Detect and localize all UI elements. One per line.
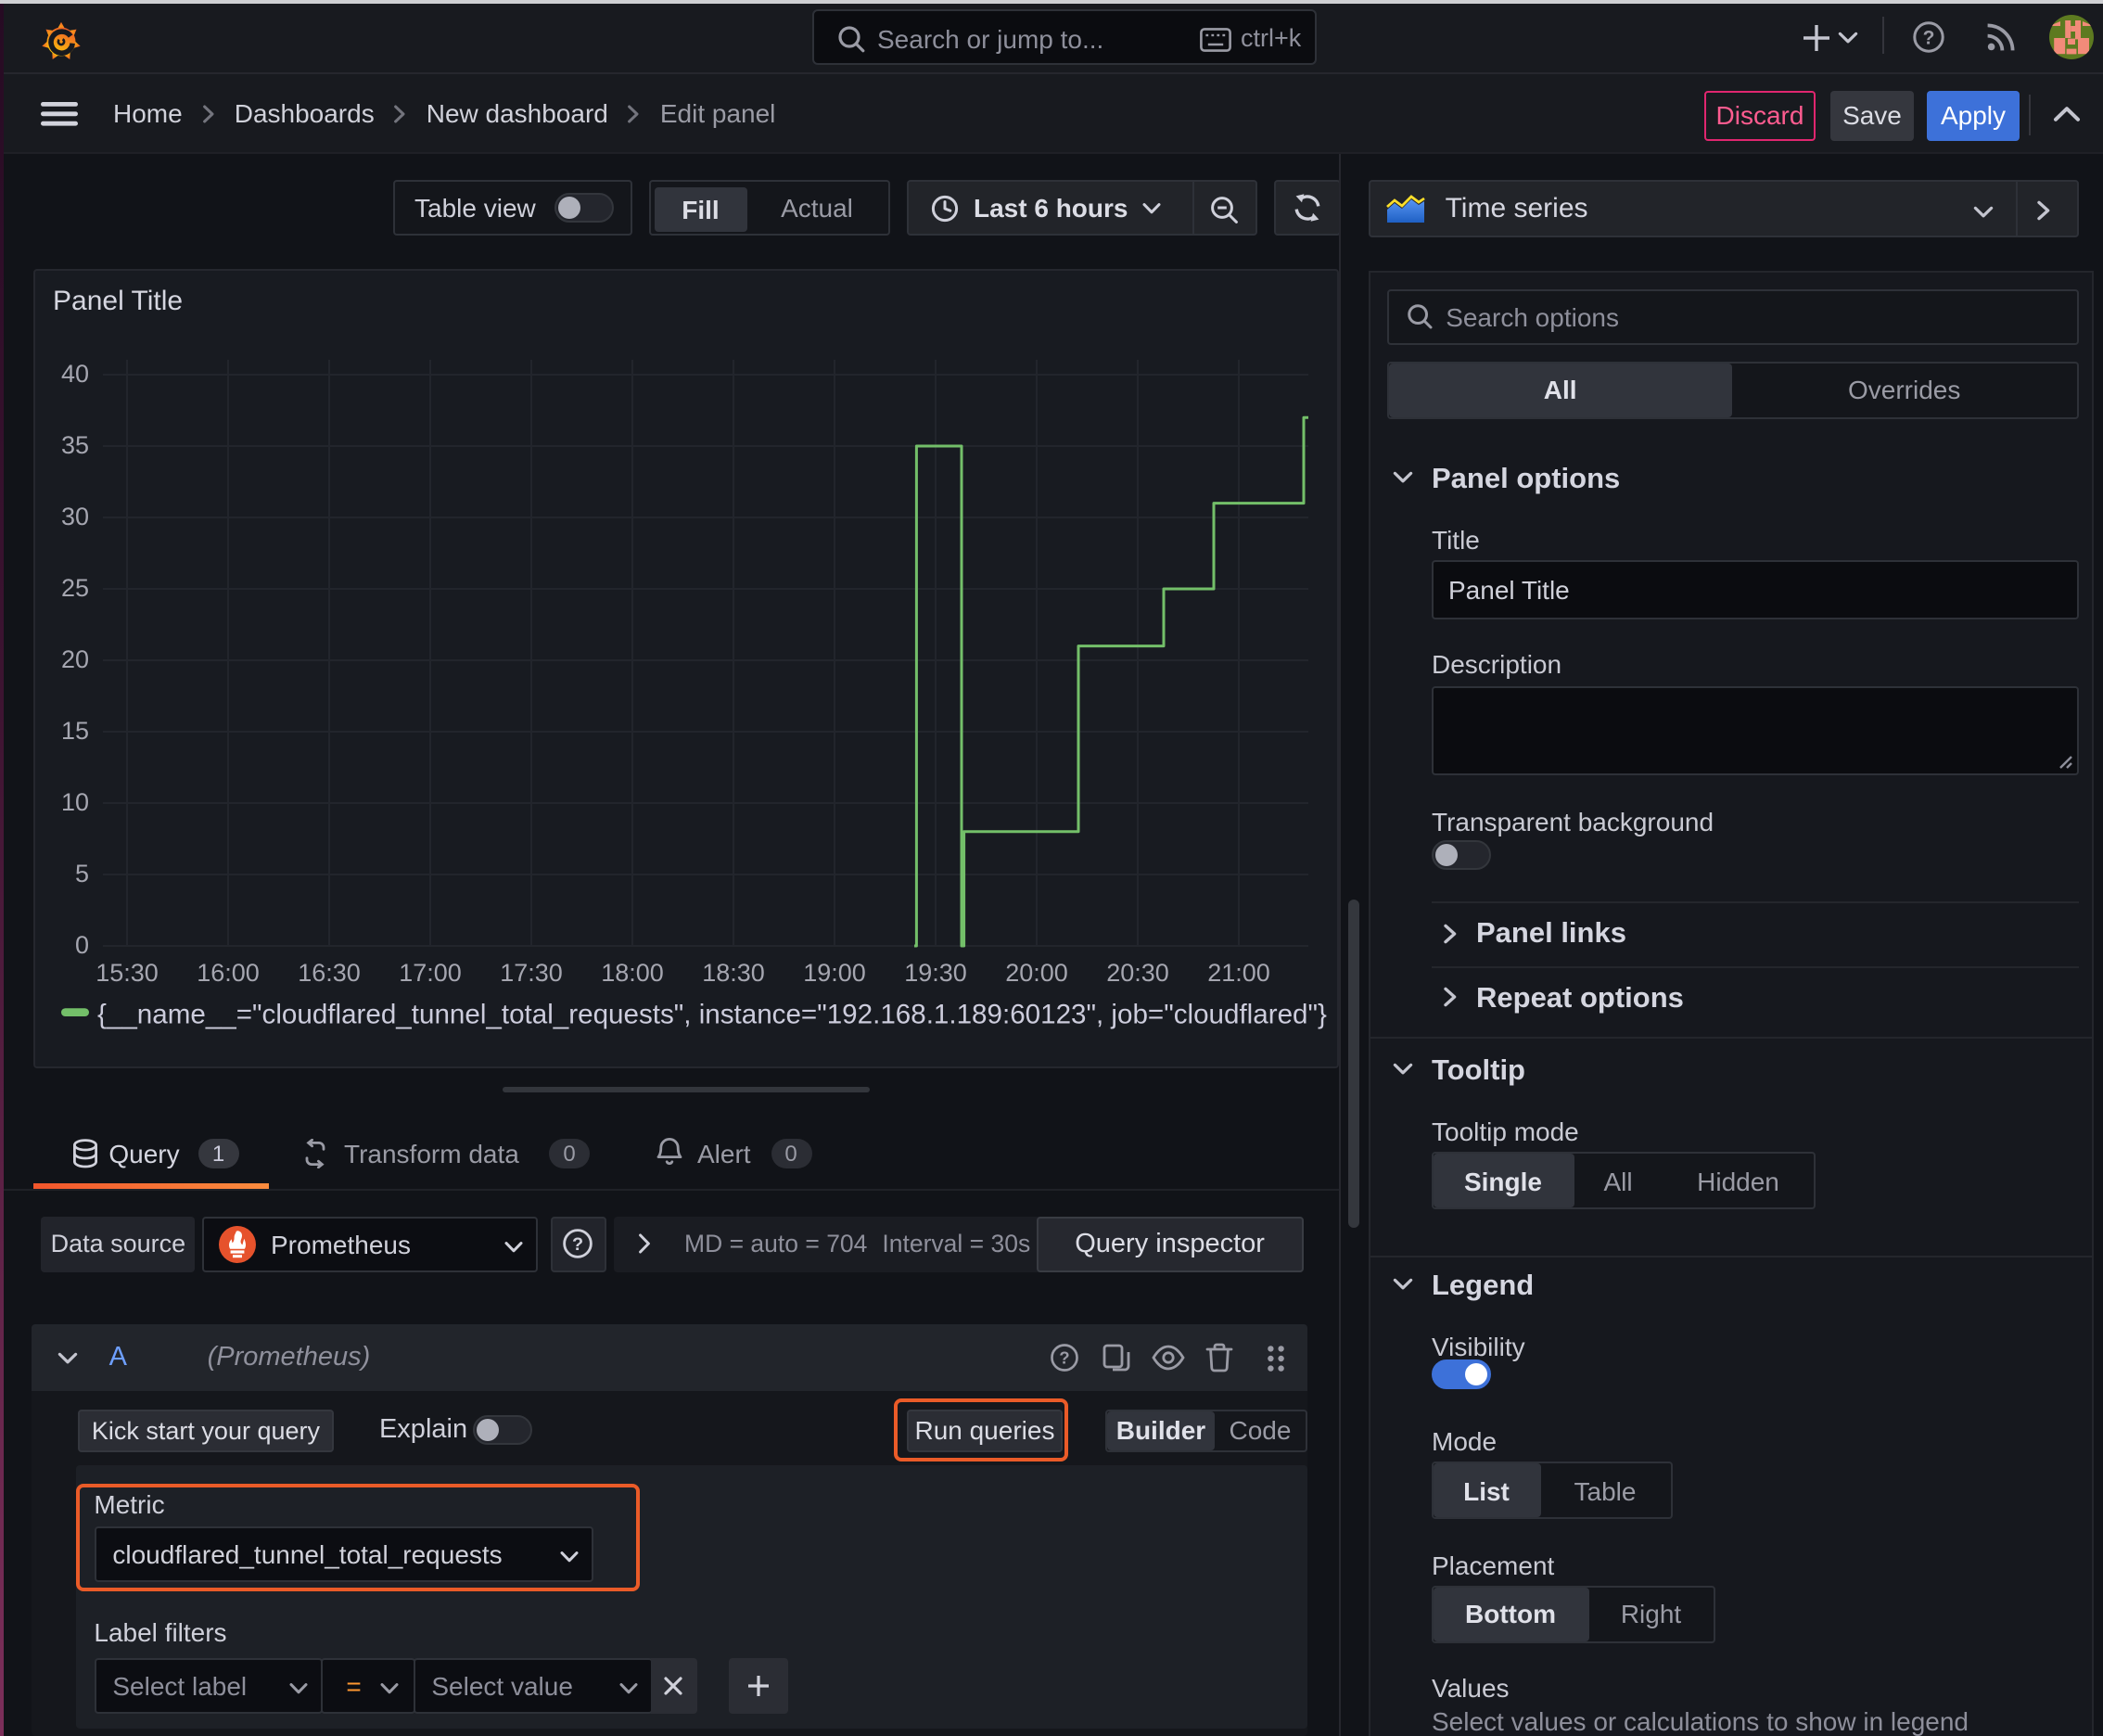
svg-text:20:00: 20:00: [1004, 959, 1067, 987]
svg-text:16:30: 16:30: [297, 959, 360, 987]
svg-text:17:30: 17:30: [499, 959, 562, 987]
svg-text:10: 10: [60, 788, 88, 816]
svg-text:19:30: 19:30: [903, 959, 966, 987]
svg-text:35: 35: [60, 431, 88, 459]
svg-text:30: 30: [60, 503, 88, 530]
svg-text:0: 0: [74, 931, 88, 959]
svg-text:40: 40: [60, 360, 88, 388]
svg-text:?: ?: [573, 1234, 584, 1255]
svg-text:18:00: 18:00: [600, 959, 663, 987]
svg-text:{__name__="cloudflared_tunnel_: {__name__="cloudflared_tunnel_total_requ…: [96, 1000, 1326, 1030]
svg-text:5: 5: [74, 860, 88, 887]
svg-text:15:30: 15:30: [95, 959, 158, 987]
svg-text:?: ?: [1059, 1348, 1069, 1368]
svg-text:18:30: 18:30: [701, 959, 764, 987]
svg-text:?: ?: [1923, 27, 1935, 48]
svg-text:16:00: 16:00: [196, 959, 259, 987]
svg-text:20:30: 20:30: [1105, 959, 1168, 987]
svg-text:19:00: 19:00: [802, 959, 865, 987]
svg-text:25: 25: [60, 574, 88, 602]
svg-text:21:00: 21:00: [1206, 959, 1269, 987]
svg-text:17:00: 17:00: [398, 959, 461, 987]
svg-text:20: 20: [60, 645, 88, 673]
svg-text:15: 15: [60, 717, 88, 745]
